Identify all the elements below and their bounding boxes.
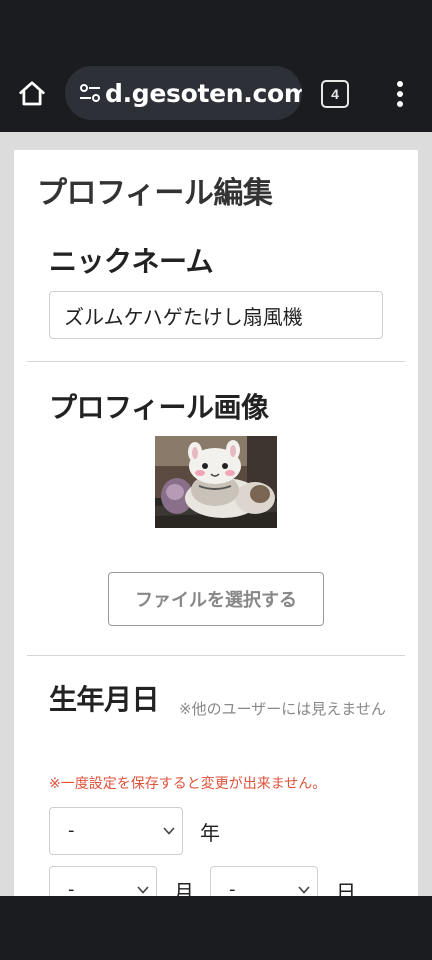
page-title: プロフィール編集 — [37, 176, 273, 211]
chevron-down-icon — [137, 886, 149, 894]
nickname-heading: ニックネーム — [49, 245, 214, 278]
url-text: d.gesoten.com — [105, 78, 302, 108]
day-select[interactable]: - — [210, 866, 318, 896]
day-select-value: - — [229, 879, 236, 896]
system-nav-bar — [0, 896, 432, 960]
profile-image-heading: プロフィール画像 — [49, 391, 269, 424]
year-select-value: - — [68, 820, 75, 841]
divider — [27, 655, 405, 656]
address-bar[interactable]: d.gesoten.com — [65, 66, 302, 120]
month-select[interactable]: - — [49, 866, 157, 896]
profile-edit-card: プロフィール編集 ニックネーム プロフィール画像 — [14, 150, 418, 896]
choose-file-button[interactable]: ファイルを選択する — [108, 572, 324, 626]
tab-switcher-icon[interactable]: 4 — [321, 80, 349, 108]
home-icon — [19, 81, 45, 106]
privacy-note: ※他のユーザーには見えません — [179, 700, 386, 718]
divider — [27, 361, 405, 362]
month-unit-label: 月 — [174, 880, 194, 896]
browser-toolbar: d.gesoten.com 4 — [0, 56, 432, 132]
profile-image — [155, 436, 277, 528]
day-unit-label: 日 — [336, 880, 356, 896]
chevron-down-icon — [298, 886, 310, 894]
home-button[interactable] — [14, 76, 50, 112]
tune-icon[interactable] — [77, 80, 103, 106]
more-vert-icon[interactable] — [388, 78, 412, 110]
chevron-down-icon — [163, 827, 175, 835]
birthday-warning: ※一度設定を保存すると変更が出来ません。 — [49, 776, 327, 792]
month-select-value: - — [68, 879, 75, 896]
year-unit-label: 年 — [200, 821, 220, 845]
year-select[interactable]: - — [49, 807, 183, 855]
nickname-input[interactable] — [49, 291, 383, 339]
status-bar — [0, 0, 432, 56]
